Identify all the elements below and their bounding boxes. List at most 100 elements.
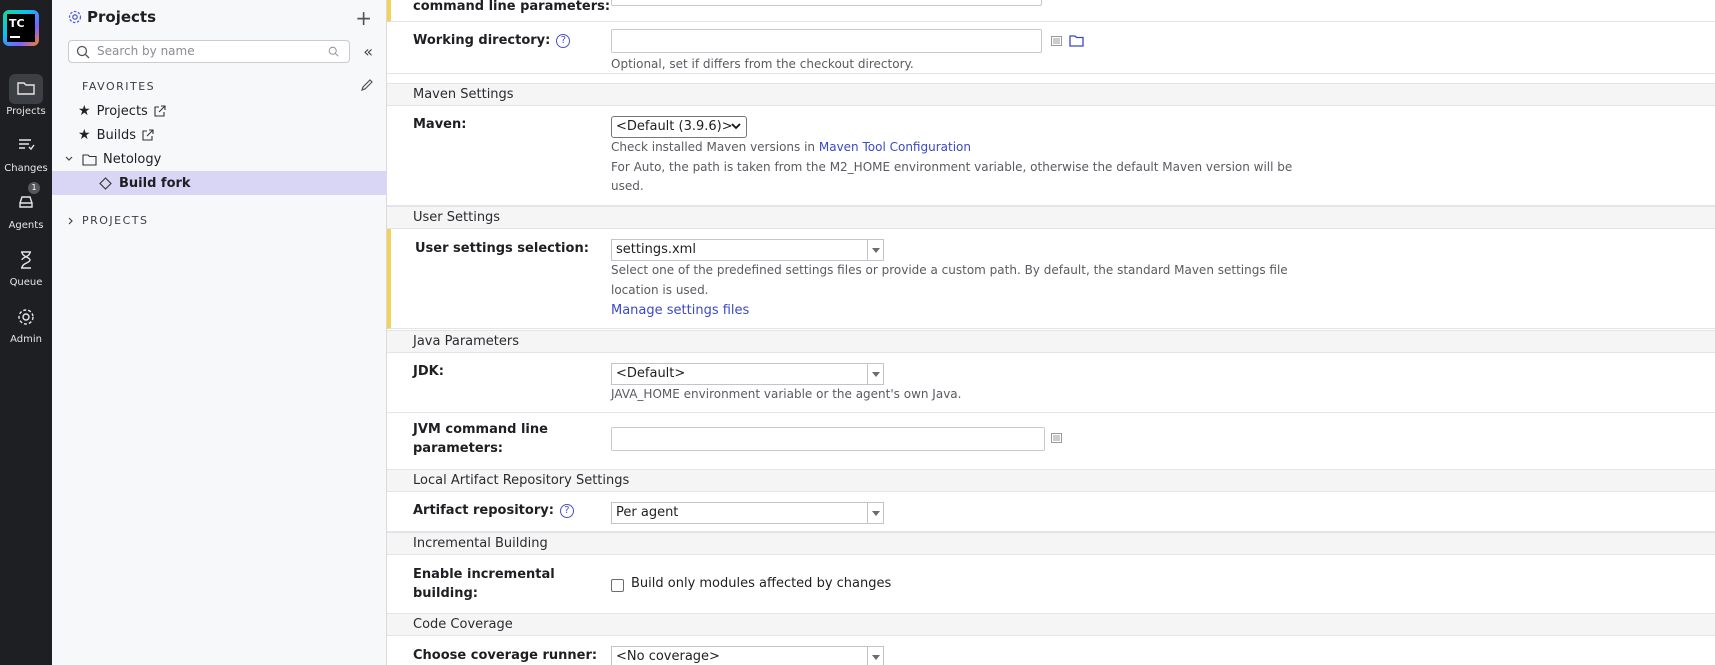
user-settings-help-line1: Select one of the predefined settings fi… bbox=[611, 263, 1288, 277]
edit-pencil-icon[interactable] bbox=[360, 78, 374, 92]
agents-icon bbox=[19, 196, 33, 208]
incremental-checkbox-label[interactable]: Build only modules affected by changes bbox=[631, 576, 891, 591]
dropdown-arrow-icon[interactable] bbox=[867, 240, 883, 260]
gear-icon bbox=[18, 309, 34, 325]
section-maven-settings: Maven Settings bbox=[387, 83, 1715, 106]
left-rail: TC Projects Changes 1 Agents Queue Admin bbox=[0, 0, 52, 665]
form-row-jdk: JDK: <Default> JAVA_HOME environment var… bbox=[387, 353, 1715, 413]
folder-icon bbox=[82, 153, 97, 166]
rail-item-queue[interactable]: Queue bbox=[0, 245, 52, 288]
working-directory-label: Working directory:? bbox=[413, 31, 571, 50]
chevron-down-icon[interactable] bbox=[64, 154, 74, 164]
jdk-help: JAVA_HOME environment variable or the ag… bbox=[611, 387, 962, 401]
maven-version-select[interactable]: <Default (3.9.6)> bbox=[611, 116, 747, 138]
chevron-down-icon bbox=[731, 123, 741, 130]
section-incremental-building: Incremental Building bbox=[387, 532, 1715, 555]
form-row-command-line: command line parameters: bbox=[387, 0, 1715, 22]
help-icon[interactable]: ? bbox=[556, 34, 571, 48]
sidebar-header: Projects bbox=[68, 8, 156, 26]
working-directory-input[interactable] bbox=[611, 29, 1042, 53]
dropdown-arrow-icon[interactable] bbox=[867, 364, 883, 384]
favorite-item-builds[interactable]: ★ Builds bbox=[52, 123, 387, 147]
coverage-label: Choose coverage runner: bbox=[413, 648, 598, 663]
favorite-item-projects[interactable]: ★ Projects bbox=[52, 99, 387, 123]
agents-count-badge: 1 bbox=[28, 182, 40, 194]
changes-icon bbox=[19, 139, 35, 151]
incremental-checkbox[interactable] bbox=[611, 579, 624, 592]
jvm-params-label: JVM command line parameters: bbox=[413, 422, 548, 456]
folder-label: Netology bbox=[103, 151, 162, 167]
jdk-select[interactable]: <Default> bbox=[611, 363, 884, 385]
maven-help-line1: Check installed Maven versions in Maven … bbox=[611, 140, 971, 154]
command-line-label: command line parameters: bbox=[413, 0, 611, 14]
section-user-settings: User Settings bbox=[387, 206, 1715, 229]
tree-folder-netology[interactable]: Netology bbox=[52, 147, 387, 171]
user-settings-help-line2: location is used. bbox=[611, 283, 709, 297]
form-row-artifact-repo: Artifact repository:? Per agent bbox=[387, 492, 1715, 532]
rail-label: Projects bbox=[6, 106, 46, 117]
expand-editor-icon[interactable] bbox=[1051, 433, 1062, 443]
section-java-parameters: Java Parameters bbox=[387, 330, 1715, 353]
star-icon: ★ bbox=[78, 127, 91, 143]
search-icon-small bbox=[328, 46, 339, 57]
maven-help-line3: used. bbox=[611, 179, 644, 193]
favorites-heading: FAVORITES bbox=[82, 80, 156, 93]
external-link-icon bbox=[154, 105, 166, 117]
build-step-form: command line parameters: Working directo… bbox=[387, 0, 1715, 665]
rail-item-changes[interactable]: Changes bbox=[0, 131, 52, 174]
artifact-repo-label: Artifact repository:? bbox=[413, 501, 574, 520]
folder-icon bbox=[17, 82, 35, 95]
sidebar-title: Projects bbox=[87, 8, 157, 26]
jvm-params-textarea[interactable] bbox=[611, 427, 1045, 451]
section-code-coverage: Code Coverage bbox=[387, 613, 1715, 636]
external-link-icon bbox=[142, 129, 154, 141]
favorite-label: Builds bbox=[96, 127, 136, 143]
user-settings-select[interactable]: settings.xml bbox=[611, 239, 884, 261]
collapse-sidebar-icon[interactable]: « bbox=[363, 42, 373, 61]
chevron-right-icon[interactable] bbox=[66, 216, 76, 226]
rail-item-agents[interactable]: 1 Agents bbox=[0, 182, 52, 231]
rail-item-admin[interactable]: Admin bbox=[0, 302, 52, 345]
dropdown-arrow-icon[interactable] bbox=[867, 647, 883, 665]
section-local-artifact-repo: Local Artifact Repository Settings bbox=[387, 469, 1715, 492]
build-config-diamond-icon bbox=[99, 176, 112, 190]
folder-browse-icon[interactable] bbox=[1069, 34, 1084, 47]
artifact-repo-select[interactable]: Per agent bbox=[611, 502, 884, 524]
manage-settings-files-link[interactable]: Manage settings files bbox=[611, 301, 749, 320]
search-input[interactable]: Search by name bbox=[68, 40, 350, 63]
star-icon: ★ bbox=[78, 103, 91, 119]
tree-item-build-fork[interactable]: Build fork bbox=[52, 171, 387, 195]
favorite-label: Projects bbox=[96, 103, 148, 119]
settings-gear-icon[interactable] bbox=[68, 10, 82, 24]
rail-item-projects[interactable]: Projects bbox=[0, 74, 52, 117]
dropdown-arrow-icon[interactable] bbox=[867, 503, 883, 523]
maven-tool-configuration-link[interactable]: Maven Tool Configuration bbox=[819, 140, 971, 154]
rail-label: Queue bbox=[9, 277, 43, 288]
incremental-label: Enable incremental building: bbox=[413, 567, 555, 601]
add-project-icon[interactable]: + bbox=[355, 6, 372, 30]
rail-label: Admin bbox=[10, 334, 42, 345]
projects-heading[interactable]: PROJECTS bbox=[82, 214, 149, 227]
rail-label: Agents bbox=[8, 220, 44, 231]
jdk-label: JDK: bbox=[413, 364, 444, 379]
tree-picker-icon[interactable] bbox=[1051, 36, 1062, 46]
projects-sidebar: Projects + Search by name « FAVORITES ★ … bbox=[52, 0, 387, 665]
form-row-coverage: Choose coverage runner: <No coverage> bbox=[387, 636, 1715, 665]
hourglass-icon bbox=[21, 251, 31, 269]
search-placeholder: Search by name bbox=[97, 44, 195, 58]
search-icon bbox=[76, 45, 90, 59]
working-directory-help: Optional, set if differs from the checko… bbox=[611, 57, 914, 71]
rail-label: Changes bbox=[4, 163, 48, 174]
maven-help-line2: For Auto, the path is taken from the M2_… bbox=[611, 160, 1293, 174]
logo-text: TC bbox=[9, 17, 25, 30]
help-icon[interactable]: ? bbox=[559, 504, 574, 518]
teamcity-logo[interactable]: TC bbox=[3, 10, 39, 46]
coverage-runner-select[interactable]: <No coverage> bbox=[611, 646, 884, 665]
form-row-working-directory: Working directory:? Optional, set if dif… bbox=[387, 22, 1715, 74]
form-row-jvm-params: JVM command line parameters: bbox=[387, 413, 1715, 470]
form-row-user-settings: User settings selection: settings.xml Se… bbox=[387, 229, 1715, 329]
form-row-maven: Maven: <Default (3.9.6)> Check installed… bbox=[387, 106, 1715, 206]
maven-label: Maven: bbox=[413, 117, 467, 132]
command-line-input[interactable] bbox=[611, 0, 1042, 6]
user-settings-label: User settings selection: bbox=[415, 241, 589, 256]
